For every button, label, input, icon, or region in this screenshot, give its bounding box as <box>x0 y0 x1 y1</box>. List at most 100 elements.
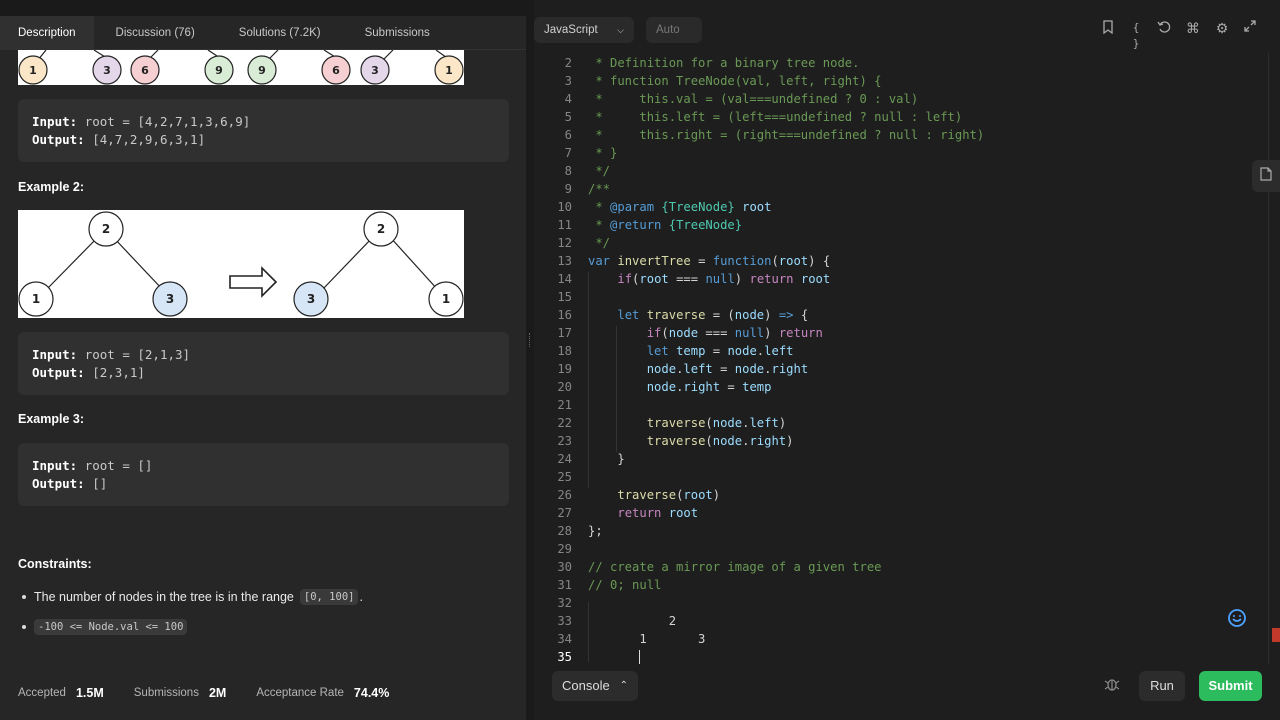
code-text: * Definition for a binary tree node. <box>588 56 860 70</box>
line-number: 34 <box>557 632 572 646</box>
node-label: 3 <box>166 292 174 306</box>
line-number: 3 <box>564 74 572 88</box>
code-text: var invertTree = function(root) { <box>588 254 831 268</box>
code-text: // create a mirror image of a given tree <box>588 560 882 574</box>
node-label: 9 <box>215 64 223 77</box>
input-label: Input: <box>32 347 78 362</box>
constraint-item: The number of nodes in the tree is in th… <box>22 589 363 605</box>
line-number: 15 <box>557 290 572 304</box>
language-selector[interactable]: JavaScript ⌵ <box>534 17 634 43</box>
panel-top-gap <box>0 0 526 16</box>
line-number: 5 <box>564 110 572 124</box>
mode-value: Auto <box>656 24 680 36</box>
example2-tree-svg: 2 1 3 2 3 1 <box>18 211 464 317</box>
code-text: 1 3 <box>588 632 706 646</box>
line-number: 28 <box>557 524 572 538</box>
command-icon[interactable]: ⌘ <box>1185 20 1201 36</box>
console-toggle-button[interactable]: Console ⌃ <box>552 671 638 701</box>
line-number: 16 <box>557 308 572 322</box>
code-text: */ <box>588 164 611 178</box>
submit-button[interactable]: Submit <box>1199 671 1262 701</box>
editor-bottom-bar: Console ⌃ Run Submit <box>534 664 1280 720</box>
tab-description[interactable]: Description <box>0 16 94 50</box>
line-number: 29 <box>557 542 572 556</box>
line-number: 22 <box>557 416 572 430</box>
acceptance-rate-label: Acceptance Rate <box>256 687 344 699</box>
bullet-dot <box>22 625 26 629</box>
example3-heading: Example 3: <box>18 412 85 426</box>
code-text: * @param {TreeNode} root <box>588 200 772 214</box>
line-number: 7 <box>564 146 572 160</box>
code-text: * this.val = (val===undefined ? 0 : val) <box>588 92 919 106</box>
code-text: * @return {TreeNode} <box>588 218 743 232</box>
tab-submissions[interactable]: Submissions <box>343 16 452 50</box>
code-text: return root <box>617 506 699 520</box>
output-value: [2,3,1] <box>92 365 145 380</box>
accepted-value: 1.5M <box>75 686 104 700</box>
code-text: let temp = node.left <box>646 344 794 358</box>
debug-bug-icon[interactable] <box>1102 676 1122 696</box>
code-text: } <box>588 452 625 466</box>
code-editor[interactable]: 2 * Definition for a binary tree node. 3… <box>534 52 1280 666</box>
line-number: 17 <box>557 326 572 340</box>
input-value: root = [] <box>84 458 153 473</box>
line-number: 4 <box>564 92 572 106</box>
run-button[interactable]: Run <box>1139 671 1185 701</box>
line-number: 13 <box>557 254 572 268</box>
example2-io: Input: root = [2,1,3] Output: [2,3,1] <box>18 332 509 395</box>
node-label: 3 <box>371 64 379 77</box>
editor-toolbar: JavaScript ⌵ Auto { } ⌘ ⚙ <box>534 0 1280 52</box>
reset-code-icon[interactable] <box>1156 20 1172 36</box>
scrollbar-marker <box>1272 628 1280 642</box>
settings-gear-icon[interactable]: ⚙ <box>1214 20 1230 36</box>
feedback-chat-icon[interactable] <box>1224 608 1250 634</box>
node-label: 2 <box>377 222 385 236</box>
bullet-dot <box>22 595 26 599</box>
acceptance-stats: Accepted 1.5M Submissions 2M Acceptance … <box>18 686 419 700</box>
node-label: 6 <box>141 64 149 77</box>
node-label: 1 <box>442 292 450 306</box>
node-label: 9 <box>258 64 266 77</box>
panel-splitter[interactable] <box>526 0 534 720</box>
line-number: 32 <box>557 596 572 610</box>
code-text: let traverse = (node) => { <box>617 308 809 322</box>
notes-icon[interactable] <box>1252 160 1280 192</box>
chevron-down-icon: ⌵ <box>617 25 624 35</box>
output-label: Output: <box>32 132 85 147</box>
code-text: node.left = node.right <box>646 362 809 376</box>
code-text: if(node === null) return <box>646 326 823 340</box>
bookmark-icon[interactable] <box>1100 20 1116 36</box>
line-number: 11 <box>557 218 572 232</box>
line-number: 27 <box>557 506 572 520</box>
editor-scrollbar[interactable] <box>1268 52 1280 664</box>
node-label: 6 <box>332 64 340 77</box>
line-number: 8 <box>564 164 572 178</box>
tab-discussion[interactable]: Discussion (76) <box>94 16 217 50</box>
autocomplete-mode[interactable]: Auto <box>646 17 702 43</box>
code-text: if(root === null) return root <box>617 272 831 286</box>
tab-solutions[interactable]: Solutions (7.2K) <box>217 16 343 50</box>
constraint-item: -100 <= Node.val <= 100 <box>22 619 188 635</box>
node-label: 2 <box>102 222 110 236</box>
example3-io: Input: root = [] Output: [] <box>18 443 509 506</box>
constraint-text: The number of nodes in the tree is in th… <box>34 590 294 604</box>
node-label: 1 <box>445 64 453 77</box>
line-number: 30 <box>557 560 572 574</box>
line-number: 19 <box>557 362 572 376</box>
fullscreen-icon[interactable] <box>1242 20 1258 36</box>
chevron-up-icon: ⌃ <box>619 680 628 691</box>
code-text: 2 <box>588 614 677 628</box>
line-number: 25 <box>557 470 572 484</box>
input-label: Input: <box>32 114 78 129</box>
input-value: root = [4,2,7,1,3,6,9] <box>84 114 251 129</box>
example1-image: 1 3 6 9 9 6 3 1 <box>18 50 464 85</box>
line-number: 26 <box>557 488 572 502</box>
code-text: */ <box>588 236 611 250</box>
input-label: Input: <box>32 458 78 473</box>
example1-tree-svg: 1 3 6 9 9 6 3 1 <box>18 50 464 85</box>
input-value: root = [2,1,3] <box>84 347 191 362</box>
example1-io: Input: root = [4,2,7,1,3,6,9] Output: [4… <box>18 99 509 162</box>
constraint-suffix: . <box>359 590 363 604</box>
format-code-icon[interactable]: { } <box>1128 20 1144 50</box>
line-number: 14 <box>557 272 572 286</box>
